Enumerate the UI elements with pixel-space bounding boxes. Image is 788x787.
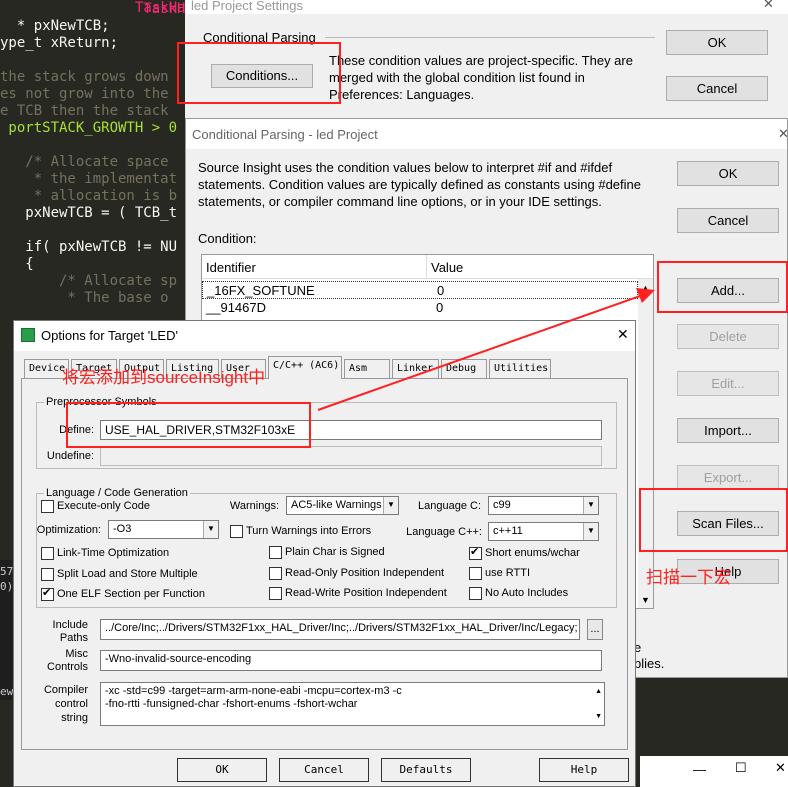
annotation-arrow — [317, 288, 655, 411]
arrow-line — [317, 295, 641, 411]
annotation-scan-macro: 扫描一下宏 — [646, 568, 731, 587]
tab-c-c-ac6-[interactable]: C/C++ (AC6) — [268, 356, 342, 379]
annotation-add-macro: 将宏添加到sourceInsight中 — [62, 368, 266, 387]
